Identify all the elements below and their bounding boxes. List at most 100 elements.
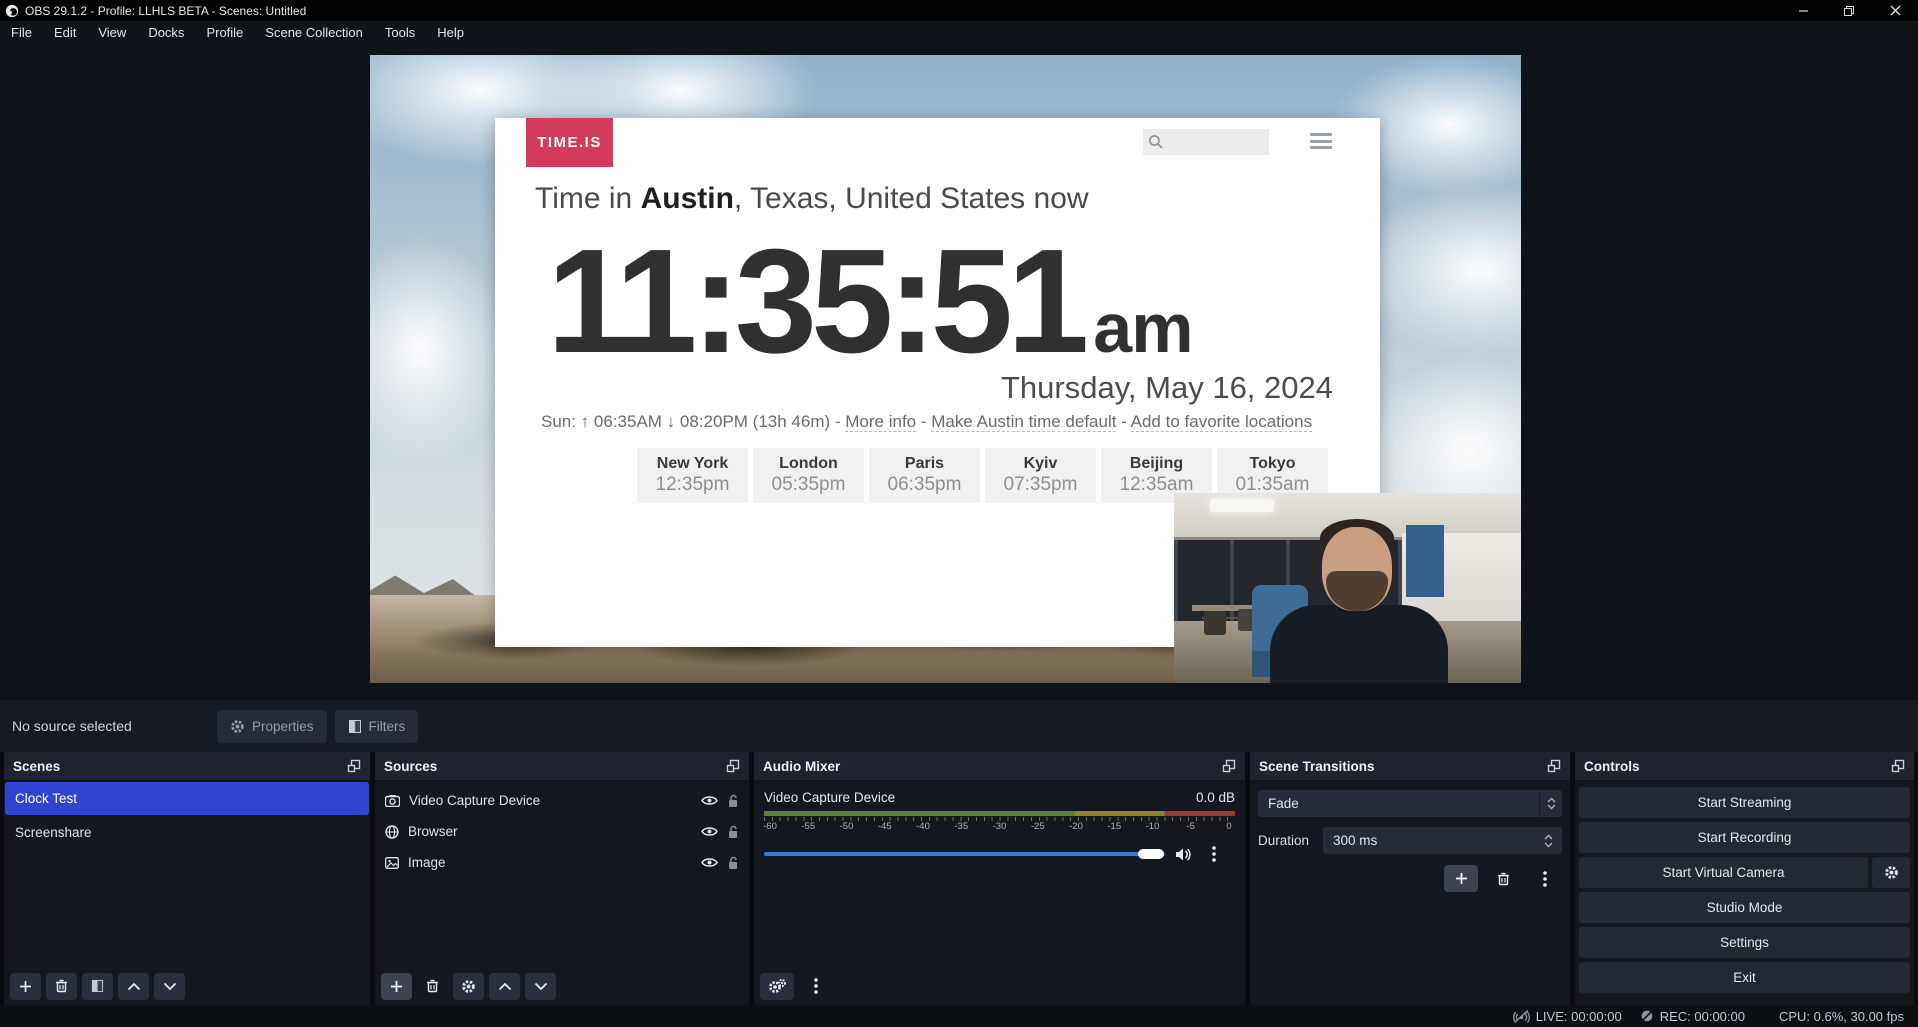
- visibility-eye-icon[interactable]: [701, 795, 718, 806]
- start-streaming-button[interactable]: Start Streaming: [1579, 787, 1910, 818]
- city-tile-new-york[interactable]: New York12:35pm: [637, 448, 748, 503]
- settings-button[interactable]: Settings: [1579, 927, 1910, 958]
- cloud: [370, 235, 510, 465]
- timeis-search-input[interactable]: [1165, 134, 1259, 151]
- menu-tools[interactable]: Tools: [374, 21, 426, 45]
- menu-docks[interactable]: Docks: [137, 21, 195, 45]
- chevron-up-icon: [1547, 797, 1556, 803]
- make-default-link[interactable]: Make Austin time default: [931, 412, 1116, 432]
- popout-icon[interactable]: [1891, 759, 1905, 773]
- trash-icon: [55, 979, 68, 993]
- preview-area: TIME.IS Time in Austin, Texas, United St…: [0, 45, 1918, 700]
- add-source-button[interactable]: [381, 973, 412, 1000]
- clock-meridiem: am: [1093, 293, 1192, 363]
- timeis-heading: Time in Austin, Texas, United States now: [535, 182, 1089, 216]
- minimize-button[interactable]: [1780, 0, 1826, 21]
- controls-panel-title: Controls: [1584, 759, 1640, 774]
- scene-transitions-panel: Scene Transitions Fade Duration 300 ms: [1250, 752, 1570, 1005]
- chevron-up-icon: [1544, 834, 1553, 840]
- move-source-down-button[interactable]: [525, 973, 556, 1000]
- timeis-logo[interactable]: TIME.IS: [526, 118, 613, 167]
- live-status: LIVE: 00:00:00: [1513, 1009, 1622, 1024]
- source-row-image[interactable]: Image: [375, 847, 749, 878]
- kebab-menu-icon: [1212, 846, 1216, 862]
- source-properties-button[interactable]: [453, 973, 484, 1000]
- source-row-video-capture[interactable]: Video Capture Device: [375, 785, 749, 816]
- menu-scene-collection[interactable]: Scene Collection: [254, 21, 374, 45]
- trash-icon: [426, 979, 439, 993]
- visibility-eye-icon[interactable]: [701, 857, 718, 868]
- popout-icon[interactable]: [1547, 759, 1561, 773]
- popout-icon[interactable]: [1222, 759, 1236, 773]
- remove-transition-button[interactable]: [1486, 865, 1520, 892]
- scene-item-clock-test[interactable]: Clock Test: [5, 782, 369, 815]
- volume-slider-handle[interactable]: [1138, 849, 1164, 859]
- popout-icon[interactable]: [726, 759, 740, 773]
- remove-source-button[interactable]: [417, 973, 448, 1000]
- move-source-up-button[interactable]: [489, 973, 520, 1000]
- webcam-blue-panel: [1406, 525, 1444, 597]
- menu-bar: File Edit View Docks Profile Scene Colle…: [0, 21, 1918, 45]
- menu-profile[interactable]: Profile: [195, 21, 254, 45]
- move-scene-up-button[interactable]: [118, 973, 149, 1000]
- rec-status: REC: 00:00:00: [1640, 1009, 1745, 1024]
- audio-mixer-panel-title: Audio Mixer: [763, 759, 840, 774]
- duration-spinbox[interactable]: 300 ms: [1323, 827, 1562, 854]
- plus-icon: [1455, 872, 1468, 885]
- volume-meter: [764, 811, 1235, 816]
- start-recording-button[interactable]: Start Recording: [1579, 822, 1910, 853]
- volume-slider[interactable]: [764, 852, 1166, 856]
- studio-mode-button[interactable]: Studio Mode: [1579, 892, 1910, 923]
- unlock-icon[interactable]: [727, 794, 739, 808]
- unlock-icon[interactable]: [727, 825, 739, 839]
- menu-help[interactable]: Help: [426, 21, 475, 45]
- city-tile-london[interactable]: London05:35pm: [753, 448, 864, 503]
- menu-file[interactable]: File: [0, 21, 43, 45]
- image-icon: [385, 857, 399, 869]
- city-tile-kyiv[interactable]: Kyiv07:35pm: [985, 448, 1096, 503]
- visibility-eye-icon[interactable]: [701, 826, 718, 837]
- menu-edit[interactable]: Edit: [43, 21, 87, 45]
- hamburger-menu-icon[interactable]: [1310, 133, 1332, 149]
- start-virtual-camera-button[interactable]: Start Virtual Camera: [1579, 857, 1868, 888]
- scene-canvas[interactable]: TIME.IS Time in Austin, Texas, United St…: [370, 55, 1521, 683]
- filters-button[interactable]: Filters: [335, 710, 419, 743]
- speaker-icon[interactable]: [1175, 847, 1193, 862]
- plus-icon: [390, 980, 403, 993]
- scene-filters-button[interactable]: [82, 973, 113, 1000]
- mixer-channel-menu-button[interactable]: [1202, 841, 1226, 867]
- add-transition-button[interactable]: [1444, 865, 1478, 892]
- transition-select-spinner[interactable]: [1539, 790, 1562, 817]
- dock-panels: Scenes Clock Test Screenshare Sources: [0, 752, 1918, 1005]
- menu-view[interactable]: View: [87, 21, 137, 45]
- scene-item-screenshare[interactable]: Screenshare: [5, 816, 369, 849]
- timeis-search[interactable]: [1143, 129, 1269, 155]
- title-bar: OBS 29.1.2 - Profile: LLHLS BETA - Scene…: [0, 0, 1918, 21]
- source-row-browser[interactable]: Browser: [375, 816, 749, 847]
- properties-button[interactable]: Properties: [217, 710, 327, 743]
- add-favorite-link[interactable]: Add to favorite locations: [1131, 412, 1312, 432]
- more-info-link[interactable]: More info: [845, 412, 916, 432]
- mixer-menu-button[interactable]: [799, 973, 833, 1000]
- transition-menu-button[interactable]: [1528, 865, 1562, 892]
- filter-icon: [348, 719, 362, 734]
- live-timer: LIVE: 00:00:00: [1536, 1009, 1622, 1024]
- virtual-camera-config-button[interactable]: [1872, 857, 1910, 888]
- restore-button[interactable]: [1826, 0, 1872, 21]
- unlock-icon[interactable]: [727, 856, 739, 870]
- webcam-overlay: [1174, 493, 1521, 683]
- transition-select[interactable]: Fade: [1258, 790, 1562, 817]
- exit-button[interactable]: Exit: [1579, 962, 1910, 993]
- chevron-down-icon: [163, 982, 177, 991]
- add-scene-button[interactable]: [10, 973, 41, 1000]
- controls-panel: Controls Start Streaming Start Recording…: [1575, 752, 1914, 1005]
- city-tile-paris[interactable]: Paris06:35pm: [869, 448, 980, 503]
- remove-scene-button[interactable]: [46, 973, 77, 1000]
- advanced-audio-button[interactable]: [760, 973, 794, 1000]
- obs-logo-icon: [5, 4, 19, 18]
- move-scene-down-button[interactable]: [154, 973, 185, 1000]
- search-icon: [1147, 133, 1165, 151]
- close-button[interactable]: [1872, 0, 1918, 21]
- popout-icon[interactable]: [347, 759, 361, 773]
- duration-spinner[interactable]: [1538, 834, 1562, 848]
